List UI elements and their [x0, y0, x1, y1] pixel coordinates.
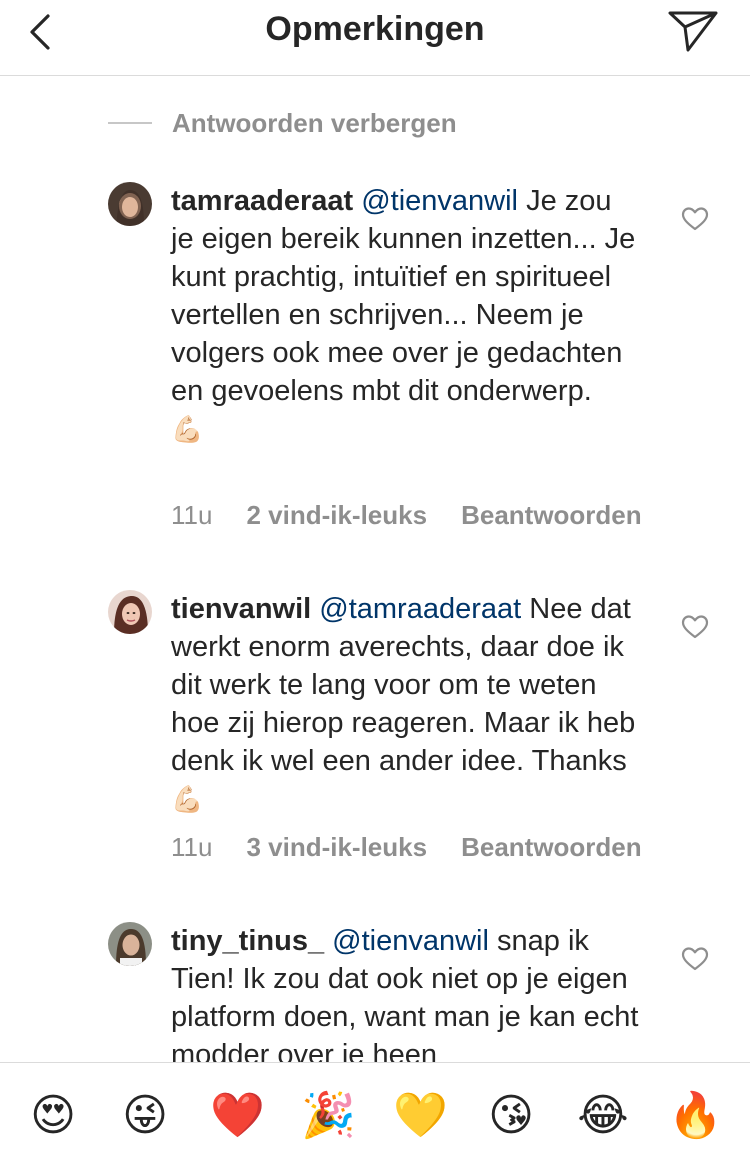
heart-eyes-emoji[interactable]: 😍: [26, 1089, 80, 1143]
avatar[interactable]: [108, 590, 152, 634]
like-heart-icon[interactable]: [680, 204, 710, 234]
comment-username[interactable]: tamraaderaat: [171, 185, 353, 217]
comment-username[interactable]: tiny_tinus_: [171, 925, 324, 957]
comment-time: 11u: [171, 832, 213, 862]
flexed-biceps-emoji: 💪🏻: [171, 784, 204, 814]
winking-tongue-emoji[interactable]: 😜: [118, 1089, 172, 1143]
reply-button[interactable]: Beantwoorden: [461, 500, 642, 531]
avatar[interactable]: [108, 182, 152, 226]
comment: tiny_tinus_ @tienvanwil snap ik Tien! Ik…: [108, 922, 728, 1062]
party-popper-emoji[interactable]: 🎉: [301, 1089, 356, 1143]
top-bar: Opmerkingen: [0, 0, 750, 76]
page-title: Opmerkingen: [265, 10, 485, 48]
tears-of-joy-emoji[interactable]: 😂: [576, 1089, 630, 1143]
like-heart-icon[interactable]: [680, 612, 710, 642]
quick-emoji-bar: 😍 😜 ❤️ 🎉 💛 😘 😂 🔥: [0, 1062, 750, 1160]
comment-likes[interactable]: 3 vind-ik-leuks: [246, 832, 427, 863]
comment-meta: 11u 3 vind-ik-leuks Beantwoorden: [171, 832, 642, 863]
flexed-biceps-emoji: 💪🏻: [171, 414, 204, 444]
comment-mention[interactable]: @tienvanwil: [361, 185, 518, 217]
comment-body: tiny_tinus_ @tienvanwil snap ik Tien! Ik…: [171, 922, 641, 1062]
comment-mention[interactable]: @tamraaderaat: [319, 593, 521, 625]
comment-meta: 11u 2 vind-ik-leuks Beantwoorden: [171, 500, 642, 531]
reply-button[interactable]: Beantwoorden: [461, 832, 642, 863]
yellow-heart-emoji[interactable]: 💛: [393, 1089, 448, 1143]
kissing-heart-emoji[interactable]: 😘: [484, 1089, 538, 1143]
comment: tienvanwil @tamraaderaat Nee dat werkt e…: [108, 590, 728, 875]
comment-time: 11u: [171, 500, 213, 530]
avatar[interactable]: [108, 922, 152, 966]
comments-list: Antwoorden verbergen tamraaderaat @tienv…: [0, 0, 750, 1062]
fire-emoji[interactable]: 🔥: [668, 1089, 723, 1143]
send-direct-icon[interactable]: [666, 8, 720, 54]
comment-text: Je zou je eigen bereik kunnen inzetten..…: [171, 185, 636, 407]
hide-replies-line: [108, 122, 152, 124]
comment-mention[interactable]: @tienvanwil: [332, 925, 489, 957]
hide-replies-label: Antwoorden verbergen: [172, 107, 457, 138]
hide-replies-button[interactable]: Antwoorden verbergen: [108, 108, 457, 138]
comment-username[interactable]: tienvanwil: [171, 593, 311, 625]
red-heart-emoji[interactable]: ❤️: [210, 1089, 265, 1143]
like-heart-icon[interactable]: [680, 944, 710, 974]
comment: tamraaderaat @tienvanwil Je zou je eigen…: [108, 182, 728, 542]
comment-body: tienvanwil @tamraaderaat Nee dat werkt e…: [171, 590, 641, 818]
comment-likes[interactable]: 2 vind-ik-leuks: [246, 500, 427, 531]
comment-body: tamraaderaat @tienvanwil Je zou je eigen…: [171, 182, 641, 448]
